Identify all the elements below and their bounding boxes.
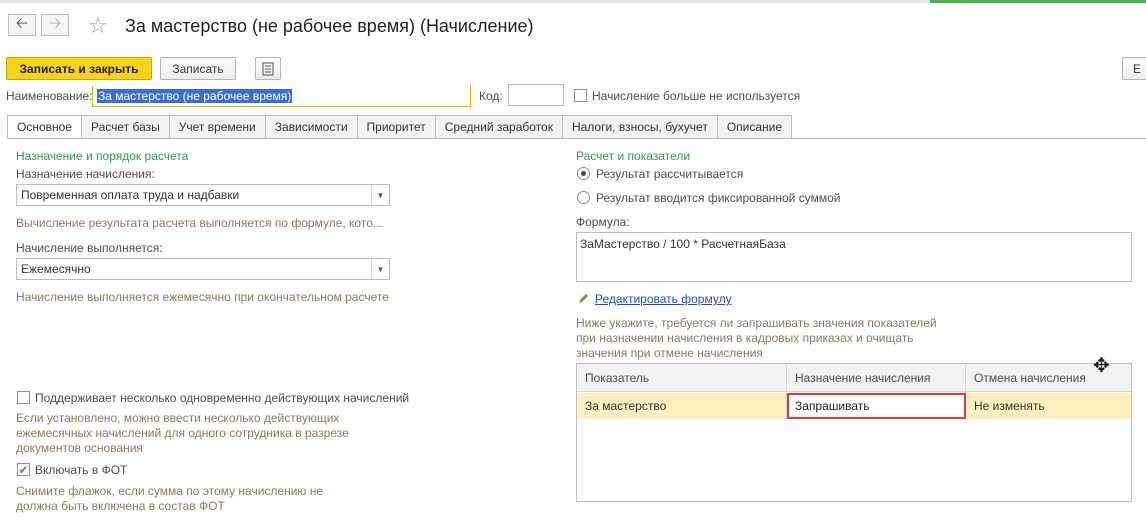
column-header-indicator[interactable]: Показатель <box>577 364 787 392</box>
multi-hint-line-3: документов основания <box>16 441 143 455</box>
edit-formula-link[interactable]: Редактировать формулу <box>595 292 732 306</box>
indicators-hint-line-2: при назначении начисления в кадровых при… <box>576 331 914 345</box>
tab-dependencies[interactable]: Зависимости <box>265 115 358 139</box>
tab-base-calculation[interactable]: Расчет базы <box>81 115 170 139</box>
indicators-hint-line-1: Ниже укажите, требуется ли запрашивать з… <box>576 316 937 330</box>
not-used-checkbox[interactable] <box>574 89 587 102</box>
purpose-label: Назначение начисления: <box>16 167 155 181</box>
save-and-close-button[interactable]: Записать и закрыть <box>6 57 152 80</box>
tab-description[interactable]: Описание <box>717 115 793 139</box>
code-input[interactable] <box>508 84 564 106</box>
purpose-select[interactable]: Повременная оплата труда и надбавки ▼ <box>16 184 390 206</box>
formula-hint: Вычисление результата расчета выполняетс… <box>16 216 383 230</box>
column-header-assignment[interactable]: Назначение начисления <box>787 364 966 392</box>
radio-result-fixed-label: Результат вводится фиксированной суммой <box>596 191 841 205</box>
calculation-section-title: Расчет и показатели <box>576 149 691 163</box>
right-toolbar-button[interactable]: Е <box>1122 57 1146 80</box>
execution-label: Начисление выполняется: <box>16 241 163 255</box>
formula-label: Формула: <box>576 215 630 229</box>
execution-select-value: Ежемесячно <box>21 262 91 276</box>
include-fot-label: Включать в ФОТ <box>35 463 128 477</box>
tab-taxes[interactable]: Налоги, взносы, бухучет <box>562 115 718 139</box>
chevron-down-icon[interactable]: ▼ <box>371 185 389 205</box>
purpose-section-title: Назначение и порядок расчета <box>16 149 189 163</box>
table-cell-indicator[interactable]: За мастерство <box>577 393 787 419</box>
not-used-label: Начисление больше не используется <box>592 89 801 103</box>
arrow-left-icon: 🡠 <box>15 14 29 32</box>
indicators-hint-line-3: значения при отмене начисления <box>576 346 763 360</box>
multi-accruals-checkbox[interactable] <box>17 391 30 404</box>
save-button[interactable]: Записать <box>160 57 236 80</box>
forward-button[interactable]: 🡢 <box>41 14 69 36</box>
table-cell-assignment-active[interactable]: Запрашивать <box>787 393 966 419</box>
tab-time-accounting[interactable]: Учет времени <box>169 115 266 139</box>
tab-priority[interactable]: Приоритет <box>357 115 436 139</box>
tab-bar: Основное Расчет базы Учет времени Зависи… <box>7 115 793 139</box>
fot-hint-line-1: Снимите флажок, если сумма по этому начи… <box>16 484 324 498</box>
radio-result-fixed[interactable] <box>577 191 590 204</box>
arrow-right-icon: 🡢 <box>48 14 62 32</box>
tab-average-earnings[interactable]: Средний заработок <box>435 115 563 139</box>
name-label: Наименование: <box>6 89 93 103</box>
radio-result-calculated-label: Результат рассчитывается <box>596 167 744 181</box>
purpose-select-value: Повременная оплата труда и надбавки <box>21 188 240 202</box>
move-cursor-icon: ✥ <box>1093 355 1110 377</box>
name-input[interactable]: За мастерство (не рабочее время) <box>92 86 471 107</box>
page-title: За мастерство (не рабочее время) (Начисл… <box>125 16 534 36</box>
tab-divider <box>7 138 1146 139</box>
formula-field[interactable]: ЗаМастерство / 100 * РасчетнаяБаза <box>576 232 1132 282</box>
multi-accruals-label: Поддерживает несколько одновременно дейс… <box>35 391 410 405</box>
multi-hint-line-2: ежемесячных начислений для одного сотруд… <box>16 426 349 440</box>
checkmark-icon: ✔ <box>18 462 29 477</box>
document-list-icon <box>262 62 274 75</box>
execution-select[interactable]: Ежемесячно ▼ <box>16 258 390 280</box>
pencil-icon <box>577 292 590 308</box>
active-window-indicator <box>930 0 1146 3</box>
fot-hint-line-2: должна быть включена в состав ФОТ <box>16 499 225 513</box>
code-label: Код: <box>479 89 503 103</box>
window-top-strip <box>0 0 1146 3</box>
multi-hint-line-1: Если установлено, можно ввести несколько… <box>16 411 340 425</box>
more-actions-button[interactable] <box>255 57 281 80</box>
indicators-table: Показатель Назначение начисления Отмена … <box>576 363 1132 502</box>
back-button[interactable]: 🡠 <box>8 14 36 36</box>
star-icon[interactable]: ☆ <box>88 13 108 39</box>
chevron-down-icon[interactable]: ▼ <box>371 259 389 279</box>
include-fot-checkbox[interactable]: ✔ <box>17 463 30 476</box>
radio-result-calculated[interactable] <box>577 167 590 180</box>
execution-hint: Начисление выполняется ежемесячно при ок… <box>16 290 389 304</box>
name-input-value: За мастерство (не рабочее время) <box>97 89 293 103</box>
tab-main[interactable]: Основное <box>7 115 82 139</box>
table-cell-cancellation[interactable]: Не изменять <box>966 393 1132 419</box>
